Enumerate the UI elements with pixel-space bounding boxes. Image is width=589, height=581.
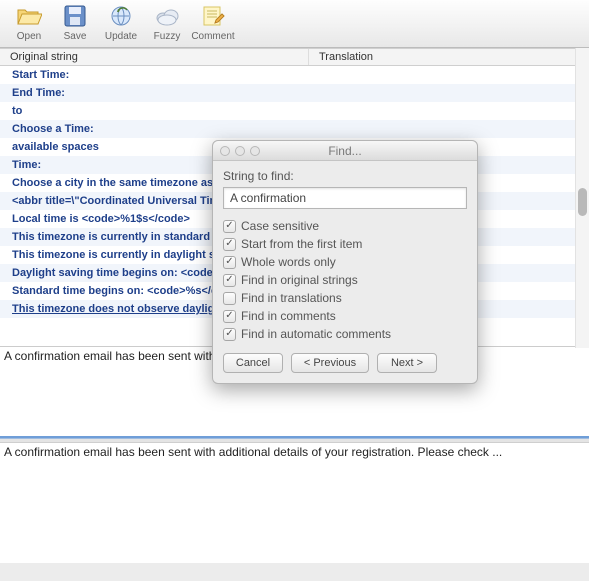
previous-button[interactable]: < Previous <box>291 353 369 373</box>
checkbox-first[interactable]: ✓ <box>223 238 236 251</box>
checkbox-auto-label: Find in automatic comments <box>241 327 391 341</box>
zoom-icon[interactable] <box>250 146 260 156</box>
toolbar: Open Save Update Fuzzy Comment <box>0 0 589 48</box>
checkbox-case[interactable]: ✓ <box>223 220 236 233</box>
comment-button[interactable]: Comment <box>190 2 236 45</box>
list-item[interactable]: Choose a Time: <box>0 120 589 138</box>
checkbox-orig-label: Find in original strings <box>241 273 358 287</box>
close-icon[interactable] <box>220 146 230 156</box>
note-pencil-icon <box>199 2 227 30</box>
scrollbar[interactable] <box>575 48 589 348</box>
save-button[interactable]: Save <box>52 2 98 45</box>
find-input[interactable] <box>223 187 467 209</box>
folder-open-icon <box>15 2 43 30</box>
cloud-icon <box>153 2 181 30</box>
floppy-icon <box>61 2 89 30</box>
column-translation[interactable]: Translation <box>309 49 589 65</box>
open-button[interactable]: Open <box>6 2 52 45</box>
globe-refresh-icon <box>107 2 135 30</box>
checkbox-trans-label: Find in translations <box>241 291 342 305</box>
minimize-icon[interactable] <box>235 146 245 156</box>
checkbox-whole-label: Whole words only <box>241 255 336 269</box>
dialog-titlebar[interactable]: Find... <box>213 141 477 161</box>
fuzzy-button[interactable]: Fuzzy <box>144 2 190 45</box>
find-dialog: Find... String to find: ✓Case sensitive … <box>212 140 478 384</box>
column-original[interactable]: Original string <box>0 49 309 65</box>
scrollbar-thumb[interactable] <box>578 188 587 216</box>
save-label: Save <box>64 31 87 42</box>
checkbox-auto[interactable]: ✓ <box>223 328 236 341</box>
column-headers: Original string Translation <box>0 48 589 66</box>
translation-pane[interactable]: A confirmation email has been sent with … <box>0 443 589 563</box>
find-label: String to find: <box>223 169 467 183</box>
translation-text: A confirmation email has been sent with … <box>4 445 502 459</box>
update-label: Update <box>105 31 137 42</box>
checkbox-comm-label: Find in comments <box>241 309 336 323</box>
cancel-button[interactable]: Cancel <box>223 353 283 373</box>
checkbox-comm[interactable]: ✓ <box>223 310 236 323</box>
checkbox-first-label: Start from the first item <box>241 237 362 251</box>
update-button[interactable]: Update <box>98 2 144 45</box>
fuzzy-label: Fuzzy <box>154 31 181 42</box>
open-label: Open <box>17 31 41 42</box>
next-button[interactable]: Next > <box>377 353 437 373</box>
checkbox-case-label: Case sensitive <box>241 219 319 233</box>
list-item[interactable]: to <box>0 102 589 120</box>
checkbox-whole[interactable]: ✓ <box>223 256 236 269</box>
checkbox-orig[interactable]: ✓ <box>223 274 236 287</box>
list-item[interactable]: End Time: <box>0 84 589 102</box>
checkbox-trans[interactable] <box>223 292 236 305</box>
comment-label: Comment <box>191 31 234 42</box>
list-item[interactable]: Start Time: <box>0 66 589 84</box>
